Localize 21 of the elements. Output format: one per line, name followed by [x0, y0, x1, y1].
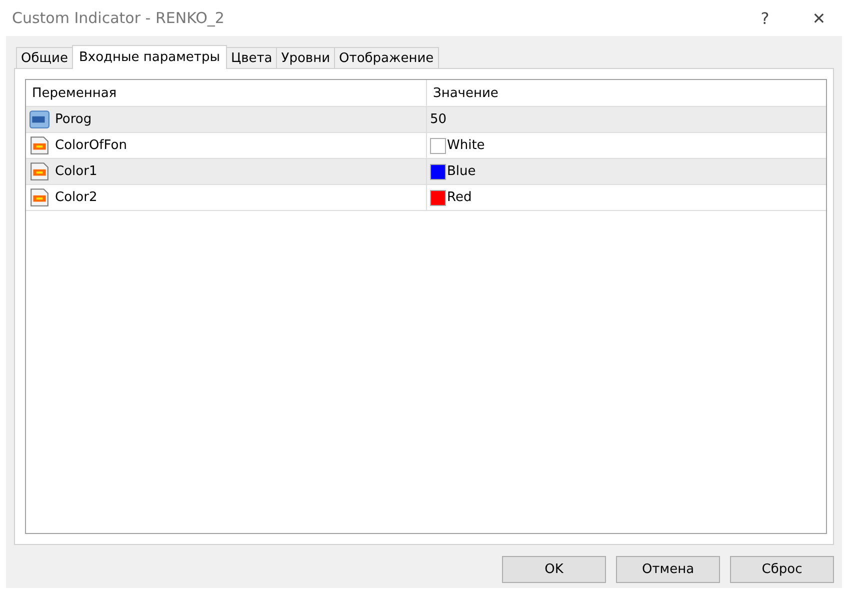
close-button[interactable]: ✕ — [792, 3, 846, 33]
window-title: Custom Indicator - RENKO_2 — [12, 9, 226, 27]
parameter-name: Color2 — [55, 190, 98, 205]
dialog-button[interactable]: OK — [502, 556, 606, 583]
column-header[interactable]: Переменная — [26, 80, 427, 106]
parameter-name: Color1 — [55, 164, 98, 179]
parameter-name: ColorOfFon — [55, 138, 127, 153]
tab[interactable]: Входные параметры — [72, 45, 227, 69]
column-header[interactable]: Значение — [427, 80, 826, 106]
parameter-value[interactable]: 50 — [430, 112, 447, 127]
dialog-button[interactable]: Сброс — [730, 556, 834, 583]
help-button[interactable]: ? — [738, 3, 792, 33]
tab[interactable]: Общие — [16, 47, 73, 68]
tab[interactable]: Уровни — [276, 47, 336, 68]
parameter-name: Porog — [55, 112, 92, 127]
dialog-button[interactable]: Отмена — [616, 556, 720, 583]
parameter-value[interactable]: White — [447, 138, 485, 153]
parameter-value[interactable]: Red — [447, 190, 472, 205]
tab[interactable]: Отображение — [334, 47, 439, 68]
parameter-value[interactable]: Blue — [447, 164, 476, 179]
number-icon — [29, 109, 50, 130]
